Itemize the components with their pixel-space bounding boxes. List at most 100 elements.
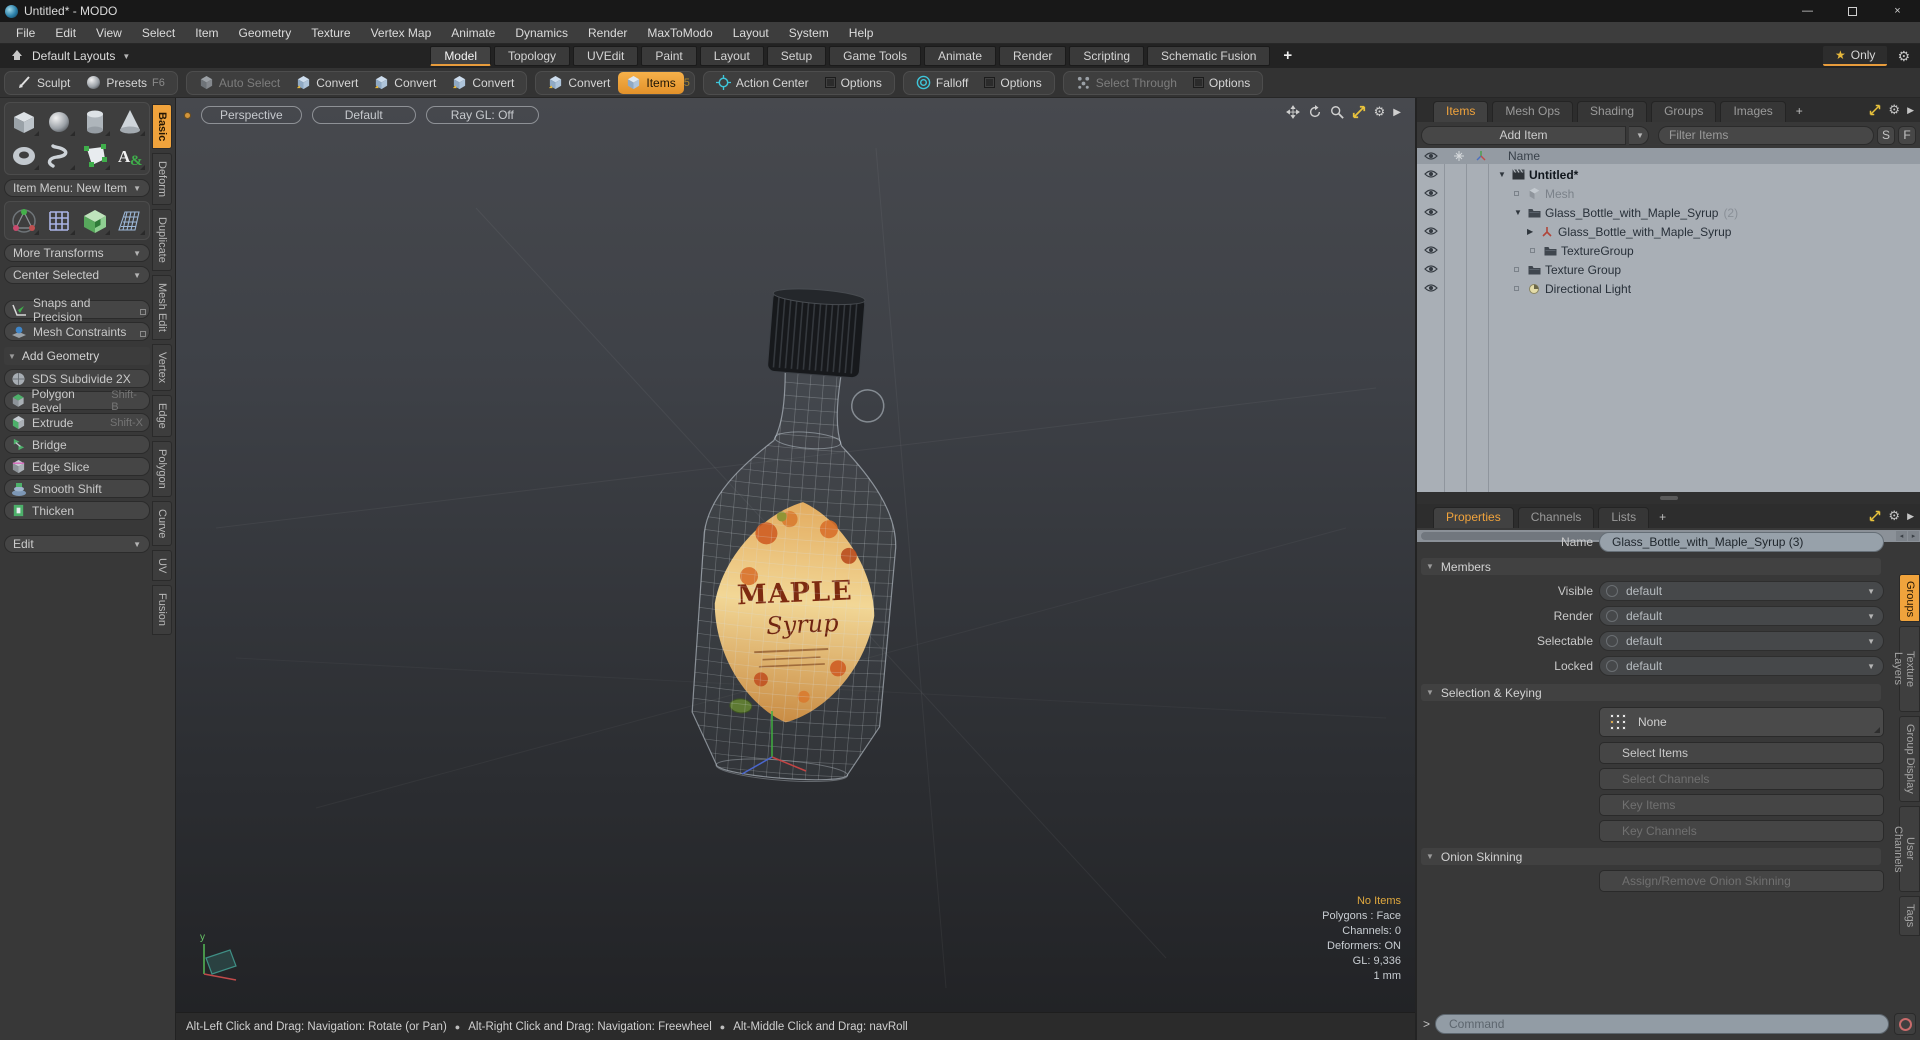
tab-channels[interactable]: Channels <box>1517 507 1595 528</box>
panel-gear-icon[interactable]: ⚙ <box>1888 102 1900 118</box>
render-dropdown[interactable]: default ▼ <box>1599 606 1884 626</box>
maximize-button[interactable] <box>1830 0 1875 22</box>
select-items-button[interactable]: Select Items <box>1599 742 1884 764</box>
side-tab-user-channels[interactable]: User Channels <box>1892 806 1920 892</box>
selection-keying-section-header[interactable]: ▼ Selection & Keying <box>1421 684 1881 701</box>
channel-toggle-icon[interactable] <box>1606 635 1618 647</box>
menu-system[interactable]: System <box>779 22 839 44</box>
convert-button[interactable]: Convert <box>366 72 444 94</box>
sidebar-tab-vertex[interactable]: Vertex <box>152 344 172 392</box>
default-layouts-dropdown[interactable]: Default Layouts <box>32 49 115 63</box>
visibility-eye-icon[interactable] <box>1424 226 1438 236</box>
close-button[interactable]: × <box>1875 0 1920 22</box>
expand-panel-icon[interactable] <box>1869 104 1881 116</box>
auto-select-button[interactable]: Auto Select <box>191 72 288 94</box>
menu-vertex-map[interactable]: Vertex Map <box>361 22 442 44</box>
menu-help[interactable]: Help <box>839 22 884 44</box>
wire-plane-tool-button[interactable] <box>113 204 147 237</box>
tab-model[interactable]: Model <box>430 46 491 66</box>
tab-scripting[interactable]: Scripting <box>1069 46 1145 66</box>
filter-items-input[interactable] <box>1658 125 1874 145</box>
add-panel-tab-button[interactable]: + <box>1790 101 1809 122</box>
maple-syrup-bottle-model[interactable]: MAPLE Syrup <box>660 280 940 810</box>
sidebar-tab-curve[interactable]: Curve <box>152 500 172 547</box>
tab-images[interactable]: Images <box>1720 101 1786 122</box>
key-items-button[interactable]: Key Items <box>1599 794 1884 816</box>
key-channels-button[interactable]: Key Channels <box>1599 820 1884 842</box>
raygl-button[interactable]: Ray GL: Off <box>425 106 539 124</box>
expand-panel-icon[interactable] <box>1869 510 1881 522</box>
cone-tool-button[interactable] <box>113 105 147 138</box>
sidebar-tab-uv[interactable]: UV <box>152 550 172 582</box>
menu-texture[interactable]: Texture <box>301 22 360 44</box>
mesh-constraints-button[interactable]: Mesh Constraints <box>4 322 150 341</box>
tree-row-scene[interactable]: ▼ Untitled* <box>1417 165 1920 184</box>
panel-flyout-icon[interactable]: ▶ <box>1907 105 1914 116</box>
sds-subdivide-button[interactable]: SDS Subdivide 2X <box>4 369 150 388</box>
tree-item-label[interactable]: TextureGroup <box>1561 244 1634 258</box>
minimize-button[interactable]: — <box>1785 0 1830 22</box>
sidebar-tab-deform[interactable]: Deform <box>152 153 172 206</box>
center-selected-dropdown[interactable]: Center Selected ▼ <box>4 266 150 284</box>
only-toggle[interactable]: ★ Only <box>1822 46 1888 66</box>
sidebar-tab-polygon[interactable]: Polygon <box>152 441 172 497</box>
pen-polygon-tool-button[interactable] <box>78 139 112 172</box>
command-input[interactable] <box>1435 1014 1889 1034</box>
sculpt-button[interactable]: Sculpt <box>9 72 78 94</box>
more-transforms-dropdown[interactable]: More Transforms ▼ <box>4 244 150 262</box>
item-menu-dropdown[interactable]: Item Menu: New Item ▼ <box>4 179 150 197</box>
extrude-button[interactable]: Extrude Shift-X <box>4 413 150 432</box>
keying-mode-none-button[interactable]: None <box>1599 707 1884 737</box>
onion-skinning-section-header[interactable]: ▼ Onion Skinning <box>1421 848 1881 865</box>
visibility-eye-icon[interactable] <box>1424 169 1438 179</box>
sidebar-tab-edge[interactable]: Edge <box>152 395 172 438</box>
select-through-button[interactable]: Select Through <box>1068 72 1185 94</box>
tab-paint[interactable]: Paint <box>641 46 697 66</box>
tree-row-directional-light[interactable]: Directional Light <box>1417 279 1920 298</box>
action-center-options-button[interactable]: Options <box>817 72 890 94</box>
lattice-tool-button[interactable] <box>42 204 76 237</box>
item-name-input[interactable]: Glass_Bottle_with_Maple_Syrup (3) <box>1599 532 1884 552</box>
texture-cube-tool-button[interactable] <box>78 204 112 237</box>
menu-item[interactable]: Item <box>185 22 228 44</box>
cube-tool-button[interactable] <box>7 105 41 138</box>
visibility-eye-icon[interactable] <box>1424 207 1438 217</box>
select-through-options-button[interactable]: Options <box>1185 72 1258 94</box>
tree-row-bottle-locator[interactable]: ▶ Glass_Bottle_with_Maple_Syrup <box>1417 222 1920 241</box>
tree-item-label[interactable]: Mesh <box>1545 187 1574 201</box>
tree-item-label[interactable]: Directional Light <box>1545 282 1631 296</box>
channel-toggle-icon[interactable] <box>1606 585 1618 597</box>
helix-tool-button[interactable] <box>42 139 76 172</box>
tree-item-label[interactable]: Glass_Bottle_with_Maple_Syrup <box>1558 225 1731 239</box>
convert-button[interactable]: Convert <box>288 72 366 94</box>
pan-move-icon[interactable] <box>1285 105 1300 119</box>
visibility-eye-icon[interactable] <box>1424 283 1438 293</box>
menu-file[interactable]: File <box>6 22 45 44</box>
channel-toggle-icon[interactable] <box>1606 660 1618 672</box>
tab-layout[interactable]: Layout <box>699 46 764 66</box>
gradient-tool-button[interactable] <box>7 204 41 237</box>
edit-dropdown[interactable]: Edit ▼ <box>4 535 150 553</box>
visibility-eye-icon[interactable] <box>1424 245 1438 255</box>
side-tab-tags[interactable]: Tags <box>1899 896 1920 936</box>
falloff-options-button[interactable]: Options <box>976 72 1049 94</box>
add-item-button[interactable]: Add Item <box>1421 125 1626 145</box>
gear-icon[interactable]: ⚙ <box>1887 48 1920 65</box>
menu-layout[interactable]: Layout <box>723 22 779 44</box>
menu-view[interactable]: View <box>86 22 132 44</box>
perspective-button[interactable]: Perspective <box>201 106 302 124</box>
side-tab-group-display[interactable]: Group Display <box>1899 716 1920 802</box>
add-tab-button[interactable]: + <box>1273 46 1302 66</box>
panel-splitter[interactable] <box>1417 492 1920 504</box>
tab-uvedit[interactable]: UVEdit <box>573 46 639 66</box>
tree-item-label[interactable]: Texture Group <box>1545 263 1621 277</box>
add-panel-tab-button[interactable]: + <box>1653 507 1672 528</box>
sphere-tool-button[interactable] <box>42 105 76 138</box>
convert-button[interactable]: Convert <box>540 72 618 94</box>
text-tool-button[interactable]: A & <box>113 139 147 172</box>
menu-render[interactable]: Render <box>578 22 637 44</box>
members-section-header[interactable]: ▼ Members <box>1421 558 1881 575</box>
maximize-viewport-icon[interactable] <box>1352 105 1366 119</box>
bridge-button[interactable]: Bridge <box>4 435 150 454</box>
tab-shading[interactable]: Shading <box>1577 101 1648 122</box>
